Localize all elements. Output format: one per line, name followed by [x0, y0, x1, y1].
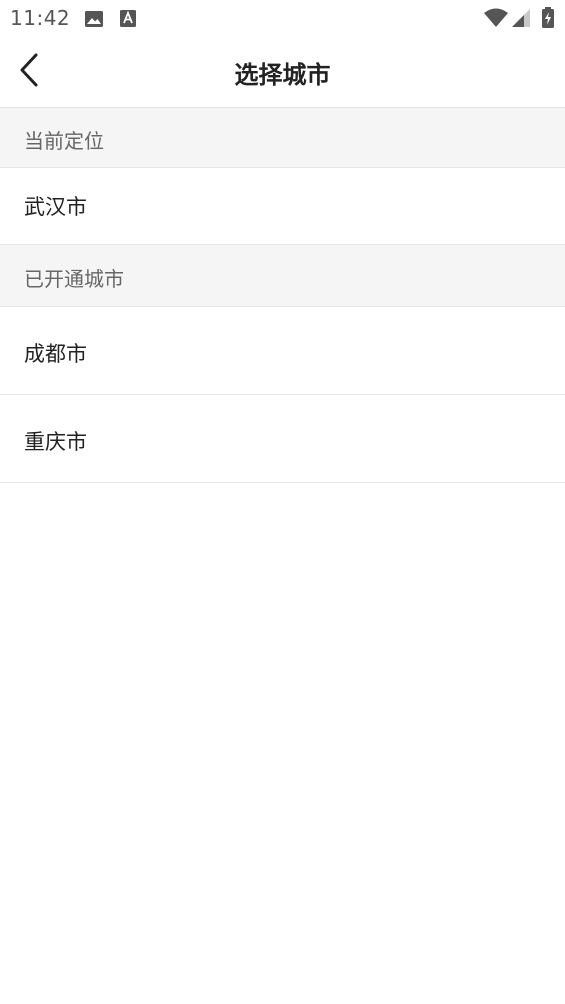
nav-bar: 选择城市	[0, 38, 565, 108]
city-name: 重庆市	[24, 430, 87, 454]
status-bar: 11:42	[0, 0, 565, 38]
a-notification-icon	[119, 9, 137, 33]
image-icon	[84, 9, 104, 33]
city-row-current[interactable]: 武汉市	[0, 168, 565, 245]
wifi-icon	[483, 8, 509, 32]
section-header-label: 已开通城市	[24, 267, 124, 291]
signal-icon	[511, 8, 531, 32]
section-header-label: 当前定位	[24, 129, 104, 153]
status-time: 11:42	[10, 6, 71, 30]
page-title: 选择城市	[234, 61, 331, 89]
section-header-current-location: 当前定位	[0, 108, 565, 168]
city-row-chongqing[interactable]: 重庆市	[0, 395, 565, 483]
city-name: 武汉市	[24, 195, 87, 219]
section-header-opened-cities: 已开通城市	[0, 245, 565, 307]
battery-charging-icon	[541, 7, 555, 33]
city-name: 成都市	[24, 342, 87, 366]
city-row-chengdu[interactable]: 成都市	[0, 307, 565, 395]
